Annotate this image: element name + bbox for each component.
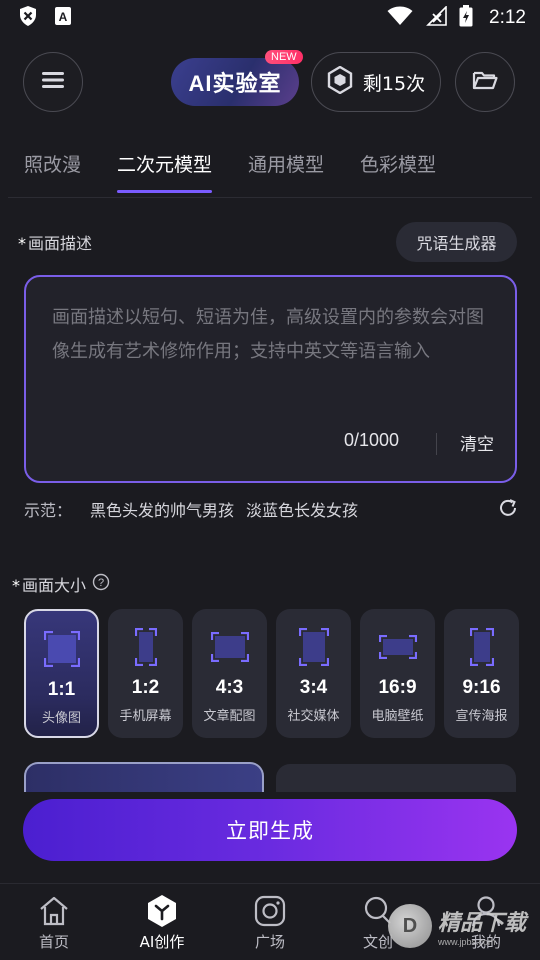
size-label: * 画面大小 ? bbox=[12, 572, 110, 596]
size-option-4-3[interactable]: 4:3 文章配图 bbox=[192, 609, 267, 738]
required-mark: * bbox=[12, 576, 20, 595]
description-input[interactable]: 画面描述以短句、短语为佳，高级设置内的参数会对图像生成有艺术修饰作用；支持中英文… bbox=[24, 275, 517, 483]
tab-anime-model[interactable]: 二次元模型 bbox=[117, 150, 213, 193]
size-option-3-4[interactable]: 3:4 社交媒体 bbox=[276, 609, 351, 738]
refresh-icon[interactable] bbox=[497, 497, 519, 519]
ratio-name: 宣传海报 bbox=[455, 709, 508, 724]
description-placeholder: 画面描述以短句、短语为佳，高级设置内的参数会对图像生成有艺术修饰作用；支持中英文… bbox=[52, 307, 484, 362]
folder-icon bbox=[472, 69, 498, 95]
svg-text:?: ? bbox=[98, 577, 104, 589]
ratio-name: 电脑壁纸 bbox=[371, 709, 424, 724]
battery-icon bbox=[459, 5, 473, 31]
status-bar: A 2:12 bbox=[0, 0, 540, 36]
a-notification-icon: A bbox=[54, 6, 72, 30]
description-label: * 画面描述 bbox=[18, 230, 92, 254]
ratio-value: 3:4 bbox=[299, 677, 328, 698]
ratio-name: 文章配图 bbox=[203, 709, 256, 724]
required-mark: * bbox=[18, 234, 26, 253]
widescreen-frame-icon bbox=[378, 627, 417, 667]
tabs-divider bbox=[8, 197, 532, 198]
square-frame-icon bbox=[43, 629, 80, 669]
nav-item-home[interactable]: 首页 bbox=[0, 884, 108, 960]
watermark-logo: D bbox=[388, 904, 432, 948]
home-icon bbox=[38, 894, 70, 928]
ratio-value: 16:9 bbox=[378, 677, 417, 698]
style-card-selected[interactable] bbox=[24, 762, 264, 792]
description-label-text: 画面描述 bbox=[28, 234, 93, 253]
watermark: D 精品下载 www.jpbs.com bbox=[388, 898, 538, 954]
nav-label: AI创作 bbox=[139, 933, 185, 951]
tab-general-model[interactable]: 通用模型 bbox=[248, 150, 324, 191]
ratio-name: 头像图 bbox=[41, 711, 81, 726]
style-card[interactable] bbox=[276, 764, 516, 792]
menu-icon bbox=[41, 70, 65, 94]
portrait-frame-icon bbox=[134, 627, 157, 667]
size-options: 1:1 头像图 1:2 手机屏幕 4:3 文章配图 3:4 社交媒体 16:9 … bbox=[24, 609, 519, 738]
landscape-frame-icon bbox=[210, 627, 249, 667]
size-option-9-16[interactable]: 9:16 宣传海报 bbox=[444, 609, 519, 738]
ai-lab-badge[interactable]: AI实验室 bbox=[171, 58, 299, 106]
examples-label: 示范： bbox=[24, 501, 73, 520]
new-tag: NEW bbox=[265, 50, 303, 64]
tab-color-model[interactable]: 色彩模型 bbox=[360, 150, 436, 191]
size-label-text: 画面大小 bbox=[22, 576, 87, 595]
size-option-16-9[interactable]: 16:9 电脑壁纸 bbox=[360, 609, 435, 738]
nav-item-square[interactable]: 广场 bbox=[216, 884, 324, 960]
watermark-text: 精品下载 bbox=[438, 910, 527, 935]
example-chip[interactable]: 黑色头发的帅气男孩 bbox=[90, 497, 234, 521]
counter-divider bbox=[436, 433, 437, 455]
char-counter: 0/1000 bbox=[344, 430, 400, 450]
watermark-url: www.jpbs.com bbox=[438, 937, 496, 947]
remaining-count-pill[interactable]: 剩15次 bbox=[311, 52, 441, 112]
size-option-1-2[interactable]: 1:2 手机屏幕 bbox=[108, 609, 183, 738]
wifi-icon bbox=[387, 6, 413, 30]
ratio-value: 1:2 bbox=[131, 677, 160, 698]
shield-notification-icon bbox=[18, 5, 38, 31]
nav-item-ai-create[interactable]: AI创作 bbox=[108, 884, 216, 960]
remaining-count: 剩15次 bbox=[362, 72, 426, 95]
ratio-value: 1:1 bbox=[47, 679, 76, 700]
ratio-value: 9:16 bbox=[462, 677, 501, 698]
svg-text:A: A bbox=[59, 10, 68, 24]
examples-row: 示范： 黑色头发的帅气男孩 淡蓝色长发女孩 bbox=[24, 497, 524, 521]
clock: 2:12 bbox=[489, 7, 526, 28]
menu-button[interactable] bbox=[23, 52, 83, 112]
folder-button[interactable] bbox=[455, 52, 515, 112]
help-icon[interactable]: ? bbox=[92, 573, 110, 595]
generate-button[interactable]: 立即生成 bbox=[23, 799, 517, 861]
hexagon-shield-icon bbox=[327, 65, 353, 99]
nav-label: 广场 bbox=[254, 933, 285, 951]
signal-icon bbox=[425, 5, 447, 30]
ratio-name: 手机屏幕 bbox=[119, 709, 172, 724]
spell-generator-button[interactable]: 咒语生成器 bbox=[396, 222, 517, 262]
portrait-frame-icon bbox=[298, 627, 329, 667]
square-icon bbox=[254, 894, 286, 928]
ratio-value: 4:3 bbox=[215, 677, 244, 698]
tab-photo-to-comic[interactable]: 照改漫 bbox=[24, 150, 81, 191]
ratio-name: 社交媒体 bbox=[287, 709, 340, 724]
nav-label: 首页 bbox=[38, 933, 69, 951]
tall-frame-icon bbox=[469, 627, 494, 667]
ai-create-icon bbox=[146, 894, 178, 928]
clear-button[interactable]: 清空 bbox=[460, 430, 494, 455]
example-chip[interactable]: 淡蓝色长发女孩 bbox=[246, 497, 358, 521]
size-option-1-1[interactable]: 1:1 头像图 bbox=[24, 609, 99, 738]
model-tabs: 照改漫 二次元模型 通用模型 色彩模型 bbox=[24, 150, 436, 193]
